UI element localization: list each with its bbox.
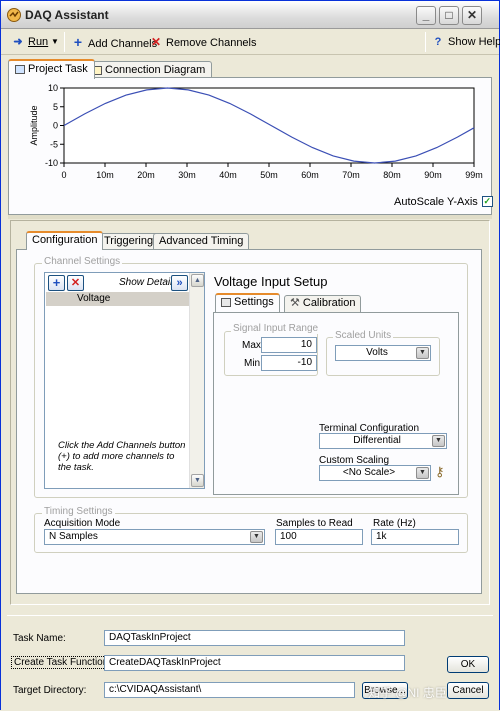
show-details-icon[interactable]: » <box>171 275 188 291</box>
samples-to-read-label: Samples to Read <box>276 518 353 529</box>
y-axis-label: Amplitude <box>29 105 39 145</box>
tab-calibration[interactable]: ⚒ Calibration <box>284 295 362 312</box>
tab-advanced-timing[interactable]: Advanced Timing <box>153 233 250 250</box>
max-input[interactable]: 10 <box>261 337 317 353</box>
y-tick-label: -5 <box>50 139 58 149</box>
x-tick-label: 60m <box>301 170 319 180</box>
channel-list-scrollbar[interactable]: ▲ ▼ <box>189 273 204 488</box>
plot-area <box>63 87 475 164</box>
target-directory-input[interactable]: c:\CVIDAQAssistant\ <box>104 682 355 698</box>
rate-input[interactable]: 1k <box>371 529 459 545</box>
close-button[interactable]: ✕ <box>462 6 482 25</box>
add-channels-hint: Click the Add Channels button (+) to add… <box>58 440 186 473</box>
add-channels-button[interactable]: + Add Channels <box>71 33 157 51</box>
show-help-button[interactable]: ? Show Help <box>431 33 500 51</box>
max-label: Max <box>242 340 261 351</box>
add-channel-icon[interactable]: + <box>48 275 65 291</box>
remove-x-icon: ✕ <box>150 35 162 49</box>
target-directory-label: Target Directory: <box>13 685 87 696</box>
toolbar-separator <box>64 32 65 52</box>
acquisition-mode-select[interactable]: N Samples ▼ <box>44 529 265 545</box>
tab-configuration[interactable]: Configuration <box>26 231 104 250</box>
daq-assistant-icon <box>7 8 21 22</box>
x-tick-label: 80m <box>383 170 401 180</box>
project-task-icon <box>15 64 25 74</box>
x-tick-label: 30m <box>178 170 196 180</box>
scaling-wrench-icon[interactable]: ⚷ <box>435 464 445 480</box>
scaled-units-select[interactable]: Volts ▼ <box>335 345 431 361</box>
toolbar-separator <box>425 32 426 52</box>
chevron-down-icon[interactable]: ▼ <box>250 531 263 543</box>
x-tick-label: 40m <box>219 170 237 180</box>
scaled-units-label: Scaled Units <box>333 330 394 341</box>
tab-project-task[interactable]: Project Task <box>8 59 95 79</box>
x-tick-label: 50m <box>260 170 278 180</box>
chevron-down-icon[interactable]: ▼ <box>416 347 429 359</box>
window-title: DAQ Assistant <box>25 8 109 22</box>
task-name-input[interactable]: DAQTaskInProject <box>104 630 405 646</box>
autoscale-y-axis-toggle[interactable]: AutoScale Y-Axis ✓ <box>394 195 493 208</box>
x-tick-label: 0 <box>61 170 66 180</box>
scroll-up-icon[interactable]: ▲ <box>191 274 204 287</box>
graph-panel: 0 10m 20m 30m 40m 50m 60m 70m 80m 90m 99m 10 5 0 -5 -10… <box>8 77 493 215</box>
channel-settings-label: Channel Settings <box>42 256 123 267</box>
terminal-config-select[interactable]: Differential ▼ <box>319 433 447 449</box>
chevron-down-icon[interactable]: ▼ <box>416 467 429 479</box>
cancel-button[interactable]: Cancel <box>447 682 489 699</box>
maximize-button[interactable]: □ <box>439 6 459 25</box>
acquisition-mode-label: Acquisition Mode <box>44 518 121 529</box>
y-tick-label: 5 <box>53 102 58 112</box>
y-tick-label: 10 <box>48 83 58 93</box>
rate-label: Rate (Hz) <box>373 518 416 529</box>
voltage-setup-title: Voltage Input Setup <box>214 274 328 289</box>
tab-triggering[interactable]: Triggering <box>98 233 160 250</box>
tab-settings[interactable]: Settings <box>215 293 280 312</box>
help-icon: ? <box>434 36 442 48</box>
settings-icon <box>221 297 231 307</box>
custom-scaling-select[interactable]: <No Scale> ▼ <box>319 465 431 481</box>
title-bar[interactable]: DAQ Assistant _ □ ✕ <box>1 1 499 29</box>
panel-splitter[interactable] <box>8 215 492 219</box>
ok-button[interactable]: OK <box>447 656 489 673</box>
x-tick-label: 70m <box>342 170 360 180</box>
create-task-function-input[interactable]: CreateDAQTaskInProject <box>104 655 405 671</box>
x-tick-label: 99m <box>465 170 483 180</box>
samples-to-read-input[interactable]: 100 <box>275 529 363 545</box>
toolbar: ➜ Run ▼ + Add Channels ✕ Remove Channels ? S… <box>1 29 500 55</box>
remove-channels-button[interactable]: ✕ Remove Channels <box>149 33 257 51</box>
min-input[interactable]: -10 <box>261 355 317 371</box>
y-tick-label: -10 <box>45 158 58 168</box>
plus-icon: + <box>73 34 83 50</box>
x-tick-label: 20m <box>137 170 155 180</box>
x-tick-label: 90m <box>424 170 442 180</box>
timing-settings-label: Timing Settings <box>42 506 115 517</box>
show-details-label: Show Details <box>119 277 178 288</box>
signal-input-range-label: Signal Input Range <box>231 323 321 334</box>
y-tick-label: 0 <box>53 121 58 131</box>
create-task-function-label: Create Task Function: <box>11 656 115 669</box>
scroll-down-icon[interactable]: ▼ <box>191 474 204 487</box>
calibration-icon: ⚒ <box>290 297 300 309</box>
x-tick-label: 10m <box>96 170 114 180</box>
run-dropdown-icon[interactable]: ▼ <box>51 33 59 51</box>
chevron-down-icon[interactable]: ▼ <box>432 435 445 447</box>
channel-list[interactable]: + ✕ Show Details » Voltage Click the Add… <box>44 272 205 489</box>
run-arrow-icon: ➜ <box>13 36 23 48</box>
remove-channel-icon[interactable]: ✕ <box>67 275 84 291</box>
task-name-label: Task Name: <box>13 633 66 644</box>
list-item[interactable]: Voltage <box>46 292 191 306</box>
min-label: Min <box>244 358 261 369</box>
run-button[interactable]: ➜ Run <box>11 33 48 51</box>
autoscale-checkbox[interactable]: ✓ <box>481 195 493 207</box>
divider <box>7 615 493 616</box>
minimize-button[interactable]: _ <box>416 6 436 25</box>
browse-button[interactable]: Browse... <box>362 682 408 699</box>
daq-assistant-window: DAQ Assistant _ □ ✕ ➜ Run ▼ + Add Channels… <box>0 0 500 711</box>
